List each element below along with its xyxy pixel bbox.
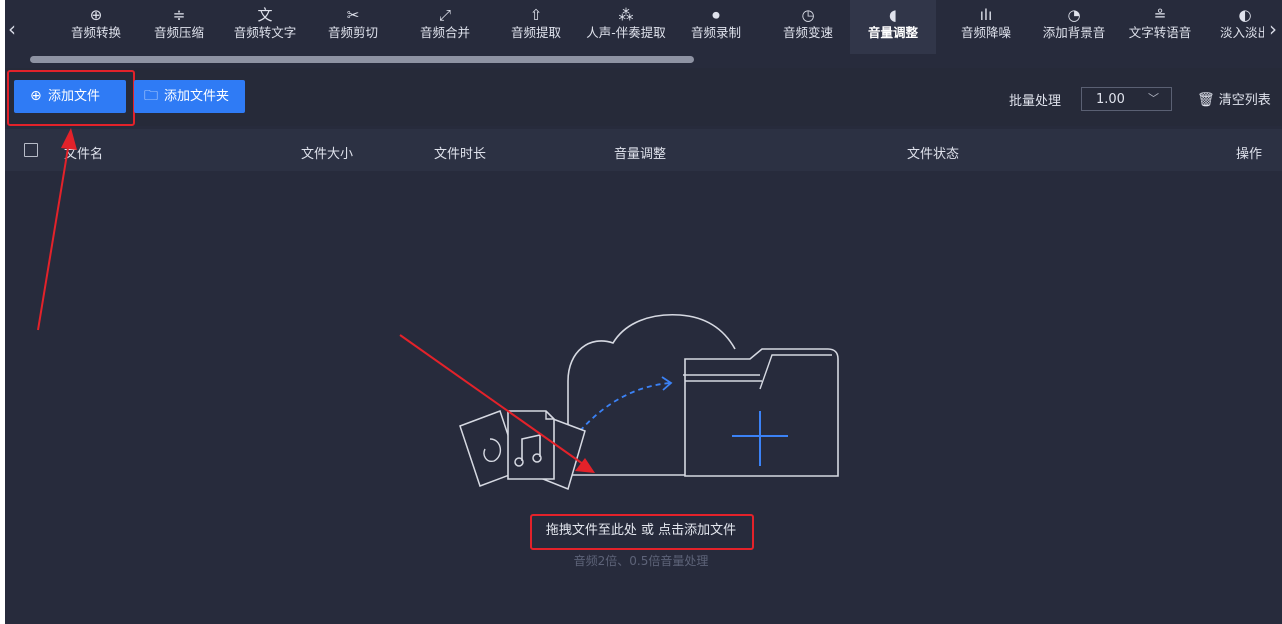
tool-audio-record[interactable]: ⏺ 音频录制	[680, 0, 752, 54]
drop-sub-text: 音频2倍、0.5倍音量处理	[573, 554, 709, 568]
scroll-left-arrow-icon[interactable]: ‹	[5, 18, 19, 40]
chevron-down-icon: ﹀	[1148, 92, 1159, 105]
tool-audio-cut[interactable]: ✂ 音频剪切	[317, 0, 389, 54]
add-file-button[interactable]: ⊕ 添加文件	[14, 80, 126, 113]
drop-illustration	[459, 313, 839, 491]
tool-background-music[interactable]: ◔ 添加背景音	[1034, 0, 1114, 54]
folder-icon: 🗀	[144, 88, 158, 104]
tool-label: 音频转换	[70, 25, 121, 40]
action-bar: ⊕ 添加文件 🗀 添加文件夹 批量处理 1.00 ﹀ 🗑 清空列表	[5, 68, 1282, 126]
tool-volume-adjust[interactable]: ◖ 音量调整	[850, 0, 936, 54]
tool-audio-convert[interactable]: ⊕ 音频转换	[60, 0, 132, 54]
microphone-icon: ⏺	[712, 6, 720, 24]
tool-label: 音频剪切	[327, 25, 378, 40]
audio-compress-icon: ≑	[172, 6, 186, 24]
tool-audio-compress[interactable]: ≑ 音频压缩	[143, 0, 215, 54]
denoise-icon: ılı	[979, 6, 993, 24]
tool-label: 音频降噪	[960, 25, 1011, 40]
trash-icon: 🗑	[1197, 92, 1215, 108]
tool-list: ⊕ 音频转换 ≑ 音频压缩 文 音频转文字 ✂ 音频剪切 ⤢ 音频合并 ⇧ 音频…	[24, 0, 1264, 56]
folder-icon	[683, 348, 839, 477]
fade-icon: ◐	[1238, 6, 1252, 24]
file-table-header: 文件名 文件大小 文件时长 音量调整 文件状态 操作	[5, 129, 1282, 171]
column-volume-adjust: 音量调整	[614, 147, 667, 162]
column-file-status: 文件状态	[907, 147, 960, 162]
clear-list-button[interactable]: 🗑 清空列表	[1197, 89, 1271, 108]
scrollbar-thumb[interactable]	[30, 56, 694, 63]
column-file-duration: 文件时长	[434, 147, 487, 162]
tool-fade[interactable]: ◐ 淡入淡出	[1209, 0, 1264, 54]
batch-process-label: 批量处理	[1009, 94, 1062, 109]
audio-convert-icon: ⊕	[89, 6, 103, 24]
tool-label: 音量调整	[867, 25, 918, 40]
scroll-right-arrow-icon[interactable]: ›	[1266, 18, 1280, 40]
tool-label: 音频变速	[782, 25, 833, 40]
drop-hint-text[interactable]: 拖拽文件至此处 或 点击添加文件	[532, 516, 750, 546]
tool-label: 音频提取	[510, 25, 561, 40]
add-folder-button[interactable]: 🗀 添加文件夹	[134, 80, 245, 113]
tool-label: 添加背景音	[1042, 25, 1106, 40]
drop-zone[interactable]: 拖拽文件至此处 或 点击添加文件 音频2倍、0.5倍音量处理	[5, 171, 1282, 624]
tool-audio-to-text[interactable]: 文 音频转文字	[222, 0, 308, 54]
add-folder-label: 添加文件夹	[164, 89, 230, 104]
select-all-checkbox[interactable]	[24, 143, 38, 157]
tool-audio-merge[interactable]: ⤢ 音频合并	[409, 0, 481, 54]
volume-icon: ◖	[889, 6, 897, 24]
merge-icon: ⤢	[438, 6, 451, 24]
tool-label: 文字转语音	[1128, 25, 1192, 40]
tool-label: 人声-伴奏提取	[586, 25, 666, 40]
tool-label: 音频录制	[690, 25, 741, 40]
tool-audio-extract[interactable]: ⇧ 音频提取	[500, 0, 572, 54]
tool-audio-denoise[interactable]: ılı 音频降噪	[950, 0, 1022, 54]
tool-audio-speed[interactable]: ◷ 音频变速	[772, 0, 844, 54]
batch-volume-select[interactable]: 1.00 ﹀	[1081, 87, 1172, 111]
background-music-icon: ◔	[1067, 6, 1081, 24]
tool-label: 音频压缩	[153, 25, 204, 40]
tool-label: 音频转文字	[233, 25, 297, 40]
vocal-extract-icon: ⁂	[618, 6, 634, 24]
tool-text-to-speech[interactable]: ≗ 文字转语音	[1120, 0, 1200, 54]
tool-label: 音频合并	[419, 25, 470, 40]
tool-vocal-extract[interactable]: ⁂ 人声-伴奏提取	[575, 0, 677, 54]
audio-to-text-icon: 文	[257, 6, 273, 24]
speed-icon: ◷	[801, 6, 815, 24]
extract-icon: ⇧	[529, 6, 543, 24]
app-window: ‹ ⊕ 音频转换 ≑ 音频压缩 文 音频转文字 ✂ 音频剪切 ⤢ 音频合并 ⇧ …	[5, 0, 1282, 624]
column-file-name: 文件名	[64, 147, 104, 162]
text-to-speech-icon: ≗	[1153, 6, 1167, 24]
plus-circle-icon: ⊕	[30, 88, 42, 104]
batch-volume-value: 1.00	[1096, 92, 1125, 107]
column-operation: 操作	[1236, 147, 1263, 162]
clear-list-label: 清空列表	[1218, 93, 1271, 108]
dashed-arrow	[579, 382, 671, 432]
audio-files-icon	[459, 410, 586, 491]
tool-label: 淡入淡出	[1219, 25, 1264, 40]
horizontal-scrollbar[interactable]	[24, 56, 1264, 64]
scissors-icon: ✂	[346, 6, 360, 24]
tool-bar: ‹ ⊕ 音频转换 ≑ 音频压缩 文 音频转文字 ✂ 音频剪切 ⤢ 音频合并 ⇧ …	[5, 0, 1282, 66]
column-file-size: 文件大小	[301, 147, 354, 162]
add-file-label: 添加文件	[48, 89, 101, 104]
